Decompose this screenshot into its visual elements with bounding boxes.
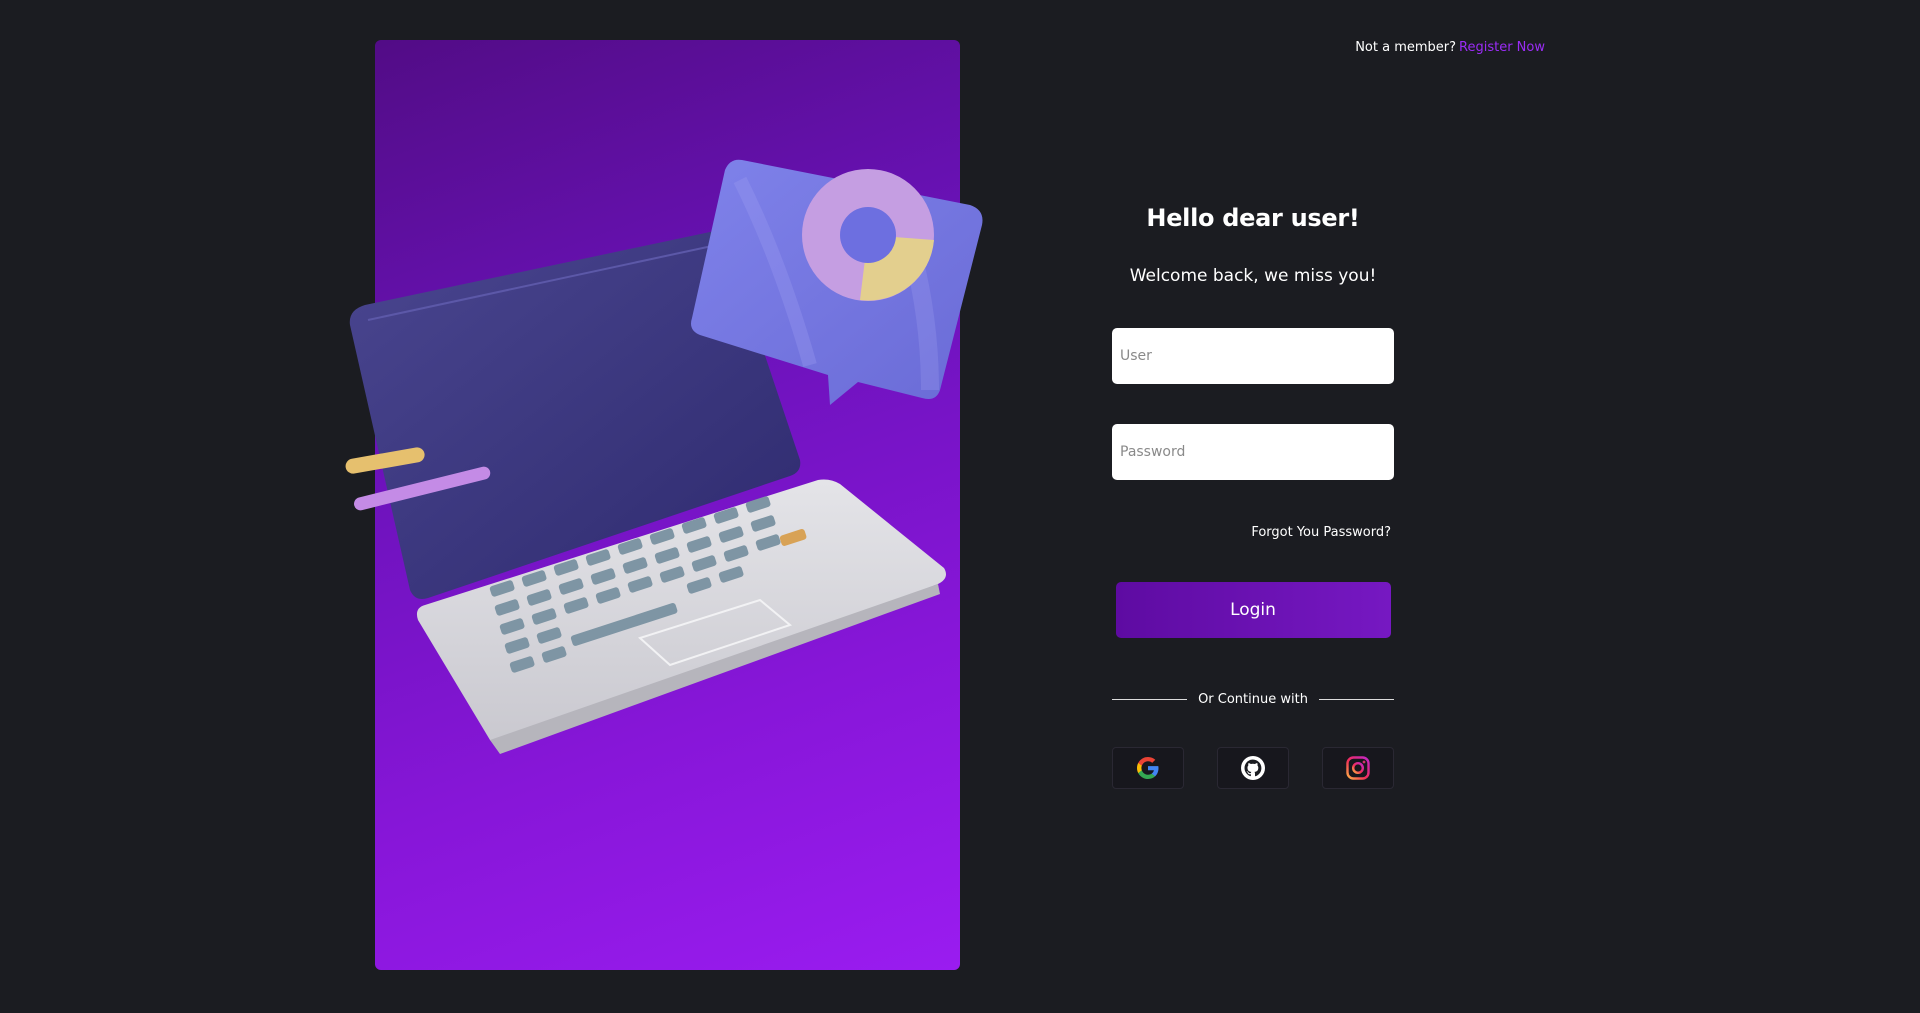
password-input[interactable] [1112,424,1394,480]
login-page: Not a member? Register Now Hello dear use… [0,0,1920,1013]
register-prompt-text: Not a member? [1355,40,1457,55]
google-login-button[interactable] [1112,747,1184,789]
instagram-icon [1346,756,1370,780]
forgot-password-link[interactable]: Forgot You Password? [1112,525,1394,540]
page-subtitle: Welcome back, we miss you! [1129,266,1377,286]
page-title: Hello dear user! [1146,204,1360,232]
user-input[interactable] [1112,328,1394,384]
google-icon [1137,757,1159,779]
divider-text: Or Continue with [1198,692,1308,707]
divider-line-right [1318,699,1395,700]
github-icon [1241,756,1265,780]
login-form: Hello dear user! Welcome back, we miss y… [1112,190,1395,789]
laptop-illustration [345,159,983,754]
github-login-button[interactable] [1217,747,1289,789]
login-button[interactable]: Login [1115,582,1391,638]
continue-divider: Or Continue with [1112,692,1395,707]
divider-line-left [1112,699,1188,700]
register-now-link[interactable]: Register Now [1459,40,1545,55]
instagram-login-button[interactable] [1322,747,1394,789]
register-prompt: Not a member? Register Now [1355,40,1545,55]
social-login-row [1112,747,1394,789]
